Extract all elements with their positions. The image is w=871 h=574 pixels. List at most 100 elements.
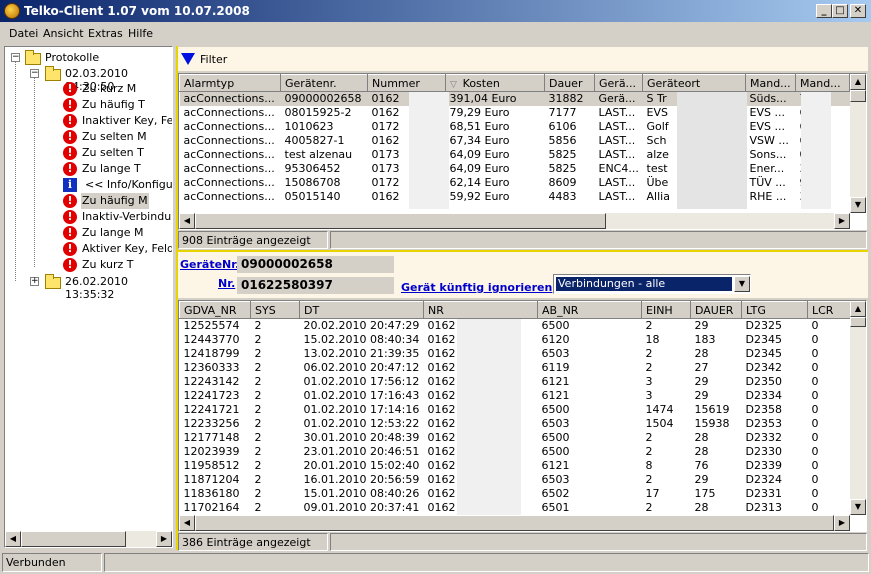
table-cell: 01.02.2010 17:56:12: [303, 375, 420, 388]
alarm-row[interactable]: acConnections... 15086708 0172 62,14 Euro 86…: [180, 176, 850, 190]
connections-header-row: GDVA_NR SYS DT NR AB_NR EINH DAUER LTG L…: [179, 301, 852, 319]
scroll-up-button[interactable]: ▲: [850, 74, 866, 90]
scroll-up-button[interactable]: ▲: [850, 301, 866, 317]
scroll-left-button[interactable]: ◀: [179, 515, 195, 531]
alarm-vscroll-track[interactable]: [850, 90, 866, 197]
number-label[interactable]: Nr.: [218, 277, 235, 290]
connections-hscroll-thumb[interactable]: [195, 515, 834, 531]
scroll-right-button[interactable]: ▶: [156, 531, 172, 547]
table-cell: 0: [811, 375, 819, 388]
expand-group-icon[interactable]: +: [30, 277, 39, 286]
table-cell: D2339: [745, 459, 782, 472]
menu-extras[interactable]: Extras: [88, 27, 123, 40]
scroll-right-button[interactable]: ▶: [834, 213, 850, 229]
col-nummer[interactable]: Nummer: [367, 74, 446, 92]
error-icon: !: [63, 82, 77, 96]
table-cell: 0: [811, 487, 819, 500]
col-geraetetyp[interactable]: Gerä...: [594, 74, 643, 92]
tree-item[interactable]: ! Inaktiv-Verbindung: [63, 209, 172, 225]
table-cell: 12243142: [183, 375, 240, 388]
tree-group-2[interactable]: 26.02.2010 13:35:32: [65, 275, 172, 301]
col-sys[interactable]: SYS: [250, 301, 300, 319]
tree-item[interactable]: ! Aktiver Key, Feld a: [63, 241, 172, 257]
alarm-hscroll-thumb[interactable]: [195, 213, 606, 229]
device-number-label[interactable]: GeräteNr.: [180, 258, 239, 271]
connections-vscroll-track[interactable]: [850, 317, 866, 499]
alarm-row[interactable]: acConnections... 08015925-2 0162 79,29 Euro…: [180, 106, 850, 120]
table-cell: Gerä...: [594, 91, 643, 106]
error-icon: !: [63, 98, 77, 112]
menu-ansicht[interactable]: Ansicht: [43, 27, 84, 40]
connections-grid[interactable]: GDVA_NR SYS DT NR AB_NR EINH DAUER LTG L…: [178, 300, 867, 532]
alarm-row[interactable]: acConnections... 09000002658 0162 391,04 Eu…: [179, 91, 850, 106]
table-cell: 6500: [541, 431, 570, 444]
connection-status: Verbunden: [2, 553, 102, 572]
col-nr[interactable]: NR: [423, 301, 538, 319]
col-dauer[interactable]: DAUER: [690, 301, 742, 319]
table-cell: 62,14 Euro: [449, 176, 510, 189]
col-ab-nr[interactable]: AB_NR: [537, 301, 642, 319]
table-cell: 13.02.2010 21:39:35: [303, 347, 420, 360]
protocol-tree[interactable]: − Protokolle − 02.03.2010 14:30:50 ! Zu …: [4, 46, 173, 548]
ignore-device-link[interactable]: Gerät künftig ignorieren: [401, 281, 552, 294]
table-cell: 6503: [541, 347, 570, 360]
scroll-down-button[interactable]: ▼: [850, 499, 866, 515]
table-cell: 05015140: [284, 190, 341, 203]
tree-hscroll-thumb[interactable]: [21, 531, 126, 547]
close-button[interactable]: ✕: [850, 4, 866, 18]
scroll-left-button[interactable]: ◀: [5, 531, 21, 547]
privacy-mask: [677, 92, 747, 209]
col-kosten[interactable]: ▽ Kosten: [445, 74, 545, 92]
col-ltg[interactable]: LTG: [741, 301, 808, 319]
scroll-right-button[interactable]: ▶: [834, 515, 850, 531]
chevron-down-icon[interactable]: ▼: [734, 276, 750, 292]
col-dt[interactable]: DT: [299, 301, 424, 319]
menu-datei[interactable]: Datei: [9, 27, 38, 40]
collapse-group-icon[interactable]: −: [30, 69, 39, 78]
tree-item[interactable]: ! Zu kurz M: [63, 81, 172, 97]
filter-bar[interactable]: Filter: [178, 47, 868, 71]
alarm-vscroll-thumb[interactable]: [850, 90, 866, 102]
alarm-row[interactable]: acConnections... 1010623 0172 68,51 Euro 610…: [180, 120, 850, 134]
tree-item[interactable]: ! Inaktiver Key, Feld: [63, 113, 172, 129]
tree-root[interactable]: Protokolle: [45, 51, 99, 64]
col-mandant-2[interactable]: Mand...: [795, 74, 850, 92]
col-geraetenr[interactable]: Gerätenr.: [280, 74, 368, 92]
connections-vscroll-thumb[interactable]: [850, 317, 866, 327]
col-gdva-nr[interactable]: GDVA_NR: [179, 301, 251, 319]
maximize-button[interactable]: □: [832, 4, 848, 18]
alarm-row[interactable]: acConnections... 4005827-1 0162 67,34 Euro 5…: [180, 134, 850, 148]
info-icon: i: [63, 178, 77, 192]
table-cell: 12177148: [183, 431, 240, 444]
table-cell: 09.01.2010 20:37:41: [303, 501, 420, 514]
col-alarmtyp[interactable]: Alarmtyp: [179, 74, 281, 92]
table-cell: 2: [254, 347, 262, 360]
tree-item[interactable]: ! Zu kurz T: [63, 257, 172, 273]
title-bar[interactable]: Telko-Client 1.07 vom 10.07.2008 _ □ ✕: [0, 0, 871, 22]
tree-item[interactable]: ! Zu selten M: [63, 129, 172, 145]
scroll-left-button[interactable]: ◀: [179, 213, 195, 229]
alarm-row[interactable]: acConnections... 95306452 0173 64,09 Euro 58…: [180, 162, 850, 176]
alarm-row[interactable]: acConnections... 05015140 0162 59,92 Euro 44…: [180, 190, 850, 204]
alarm-grid[interactable]: Alarmtyp Gerätenr. Nummer ▽ Kosten Dauer…: [178, 73, 867, 230]
alarm-row[interactable]: acConnections... test alzenau 0173 64,09 Eu…: [180, 148, 850, 162]
col-mandant[interactable]: Mand...: [745, 74, 796, 92]
menu-hilfe[interactable]: Hilfe: [128, 27, 153, 40]
minimize-button[interactable]: _: [816, 4, 832, 18]
error-icon: !: [63, 114, 77, 128]
table-cell: 0: [811, 403, 819, 416]
connections-select[interactable]: Verbindungen - alle ▼: [553, 274, 751, 294]
col-lcr[interactable]: LCR: [807, 301, 852, 319]
col-dauer[interactable]: Dauer: [544, 74, 595, 92]
tree-item[interactable]: ! Zu häufig T: [63, 97, 172, 113]
table-cell: 29: [694, 389, 709, 402]
col-geraeteort[interactable]: Geräteort: [642, 74, 746, 92]
col-einh[interactable]: EINH: [641, 301, 691, 319]
tree-item[interactable]: ! Zu lange T: [63, 161, 172, 177]
scroll-down-button[interactable]: ▼: [850, 197, 866, 213]
collapse-root-icon[interactable]: −: [11, 53, 20, 62]
tree-item[interactable]: i << Info/Konfigura: [63, 177, 172, 193]
tree-item-selected[interactable]: ! Zu häufig M: [63, 193, 172, 209]
tree-item[interactable]: ! Zu selten T: [63, 145, 172, 161]
tree-item[interactable]: ! Zu lange M: [63, 225, 172, 241]
